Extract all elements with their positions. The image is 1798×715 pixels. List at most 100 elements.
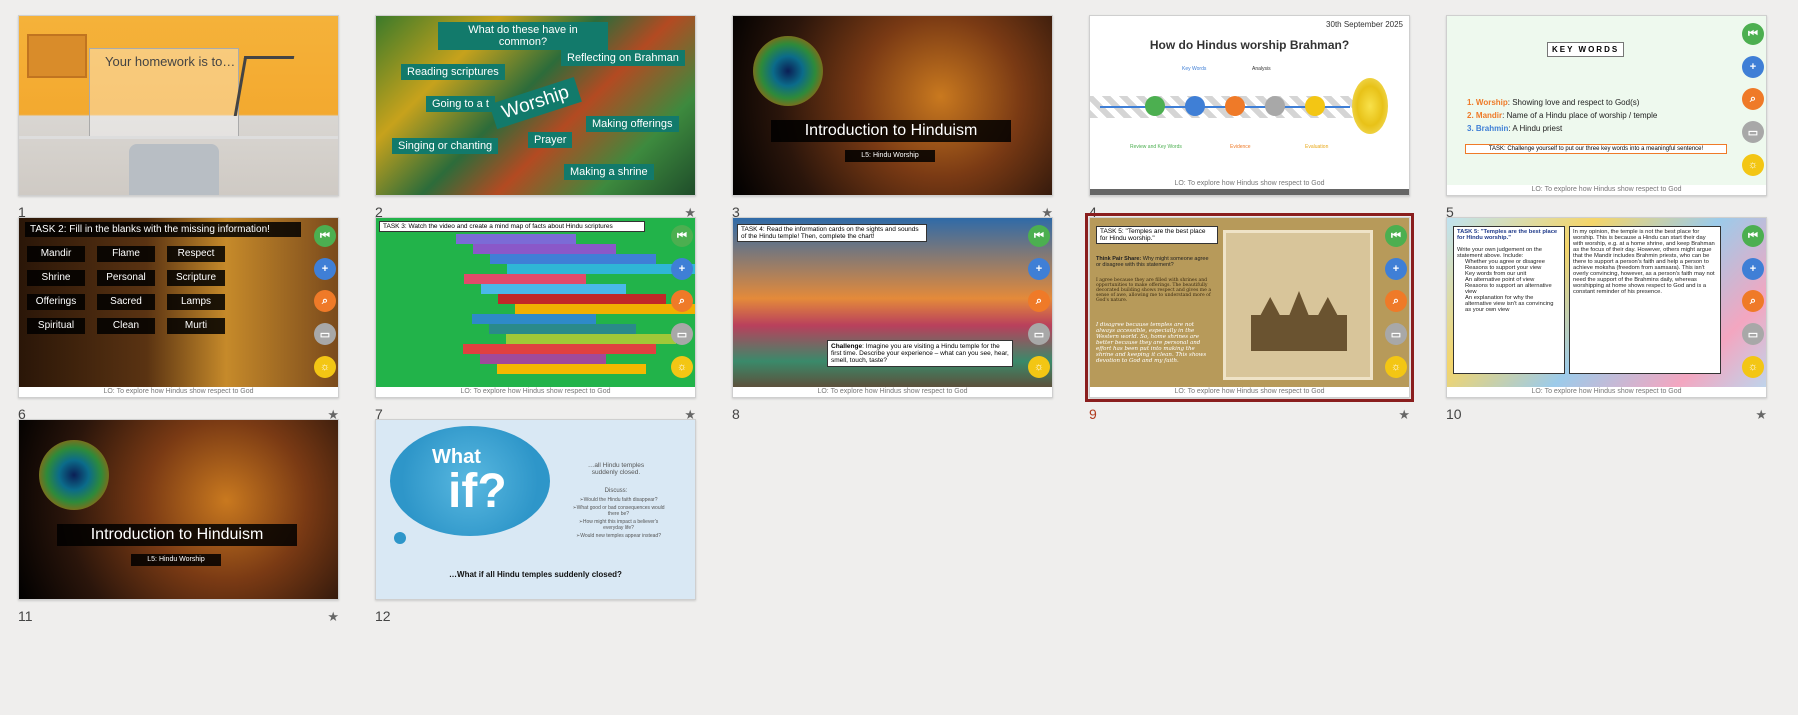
- plus-icon[interactable]: +: [1028, 257, 1050, 280]
- slide-12[interactable]: What if? …all Hindu temples suddenly clo…: [375, 419, 696, 629]
- video-placeholder[interactable]: [456, 234, 695, 384]
- slide-6[interactable]: TASK 2: Fill in the blanks with the miss…: [18, 217, 339, 427]
- slide-thumbnail-6[interactable]: TASK 2: Fill in the blanks with the miss…: [18, 217, 339, 398]
- word-bank-item: Respect: [167, 246, 225, 262]
- rewind-icon[interactable]: ⏮: [1742, 225, 1764, 248]
- label-evaluation: Evaluation: [1305, 144, 1329, 150]
- slide-thumbnail-5[interactable]: KEY WORDS 1. Worship: Showing love and r…: [1446, 15, 1767, 196]
- lightbulb-icon[interactable]: ☼: [314, 355, 336, 378]
- slide-thumbnail-10[interactable]: TASK 5: "Temples are the best place for …: [1446, 217, 1767, 398]
- word-bank-item: Clean: [97, 318, 155, 334]
- slide-8[interactable]: TASK 4: Read the information cards on th…: [732, 217, 1053, 427]
- word-bank: Mandir Flame Respect Shrine Personal Scriptur…: [27, 246, 227, 376]
- lo-footer: LO: To explore how Hindus show respect t…: [1090, 179, 1409, 189]
- chat-icon[interactable]: ▭: [1742, 323, 1764, 346]
- video-stripe: [456, 234, 576, 244]
- chat-icon[interactable]: ▭: [671, 323, 693, 346]
- lightbulb-icon[interactable]: ☼: [671, 355, 693, 378]
- word-bank-item: Murti: [167, 318, 225, 334]
- slide-thumbnail-8[interactable]: TASK 4: Read the information cards on th…: [732, 217, 1053, 398]
- slide-thumbnail-3[interactable]: Introduction to Hinduism L5: Hindu Worsh…: [732, 15, 1053, 196]
- slide10-answer: In my opinion, the temple is not the bes…: [1569, 226, 1721, 374]
- slide-number: 12: [375, 608, 391, 624]
- slide-thumbnail-4[interactable]: 30th September 2025 How do Hindus worshi…: [1089, 15, 1410, 196]
- slide-number: 10: [1446, 406, 1462, 422]
- lightbulb-icon[interactable]: ☼: [1742, 355, 1764, 378]
- tag-offerings: Making offerings: [586, 116, 679, 132]
- chat-icon[interactable]: ▭: [1385, 323, 1407, 346]
- video-stripe: [481, 284, 626, 294]
- slide4-date: 30th September 2025: [1326, 20, 1403, 29]
- plus-icon[interactable]: +: [671, 257, 693, 280]
- discussion-point: ➢How might this impact a believer's ever…: [578, 519, 659, 531]
- lo-footer: LO: To explore how Hindus show respect t…: [376, 387, 695, 397]
- slide-thumbnail-7[interactable]: TASK 3: Watch the video and create a min…: [375, 217, 696, 398]
- slide-3[interactable]: Introduction to Hinduism L5: Hindu Worsh…: [732, 15, 1053, 225]
- label-review: Review and Key Words: [1130, 144, 1182, 150]
- slide-9[interactable]: TASK 5: "Temples are the best place for …: [1085, 213, 1414, 427]
- magnifier-icon[interactable]: ⌕: [1742, 88, 1764, 111]
- slide-thumbnail-11[interactable]: Introduction to Hinduism L5: Hindu Worsh…: [18, 419, 339, 600]
- lo-footer: LO: To explore how Hindus show respect t…: [733, 387, 1052, 397]
- slide-thumbnail-12[interactable]: What if? …all Hindu temples suddenly clo…: [375, 419, 696, 600]
- magnifier-icon[interactable]: ⌕: [1028, 290, 1050, 313]
- plus-icon[interactable]: +: [1742, 55, 1764, 78]
- slide7-title: TASK 3: Watch the video and create a min…: [379, 221, 645, 232]
- plus-icon[interactable]: +: [314, 257, 336, 280]
- rewind-icon[interactable]: ⏮: [314, 225, 336, 248]
- rewind-icon[interactable]: ⏮: [1742, 23, 1764, 46]
- video-stripe: [480, 354, 606, 364]
- nav-icons: ⏮ + ⌕ ▭ ☼: [1740, 218, 1766, 397]
- slide-thumbnail-2[interactable]: What do these have in common? Reflecting…: [375, 15, 696, 196]
- tag-reflecting: Reflecting on Brahman: [561, 50, 685, 66]
- magnifier-icon[interactable]: ⌕: [671, 290, 693, 313]
- plus-icon[interactable]: +: [1385, 257, 1407, 280]
- tag-going: Going to a t: [426, 96, 495, 112]
- video-stripe: [498, 294, 666, 304]
- slide12-line1: …all Hindu temples suddenly closed.: [587, 462, 645, 476]
- plus-icon[interactable]: +: [1742, 257, 1764, 280]
- chat-icon[interactable]: ▭: [314, 323, 336, 346]
- criteria-bullet: An explanation for why the alternative v…: [1465, 295, 1554, 313]
- word-bank-item: Shrine: [27, 270, 85, 286]
- chat-icon[interactable]: ▭: [1742, 121, 1764, 144]
- slide-1[interactable]: Your homework is to… 1: [18, 15, 339, 225]
- slide-5[interactable]: KEY WORDS 1. Worship: Showing love and r…: [1446, 15, 1767, 225]
- rewind-icon[interactable]: ⏮: [1028, 225, 1050, 248]
- lightbulb-icon[interactable]: ☼: [1385, 355, 1407, 378]
- video-stripe: [473, 244, 616, 254]
- magnifier-icon[interactable]: ⌕: [1385, 290, 1407, 313]
- nav-icons: ⏮ + ⌕ ▭ ☼: [312, 218, 338, 397]
- slide-10[interactable]: TASK 5: "Temples are the best place for …: [1446, 217, 1767, 427]
- word-bank-item: Offerings: [27, 294, 85, 310]
- tag-prayer: Prayer: [528, 132, 573, 148]
- animation-star-icon: ★: [327, 609, 339, 624]
- video-stripe: [463, 344, 656, 354]
- tag-singing: Singing or chanting: [392, 138, 499, 154]
- video-stripe: [464, 274, 586, 284]
- think-pair-share: Think Pair Share: Why might someone agre…: [1096, 256, 1209, 268]
- slide-7[interactable]: TASK 3: Watch the video and create a min…: [375, 217, 696, 427]
- slide-4[interactable]: 30th September 2025 How do Hindus worshi…: [1089, 15, 1410, 225]
- label-analysis: Analysis: [1252, 66, 1271, 72]
- rewind-icon[interactable]: ⏮: [1385, 225, 1407, 248]
- lo-footer: LO: To explore how Hindus show respect t…: [19, 387, 338, 397]
- rewind-icon[interactable]: ⏮: [671, 225, 693, 248]
- chat-icon[interactable]: ▭: [1028, 323, 1050, 346]
- word-bank-item: Mandir: [27, 246, 85, 262]
- slide5-task: TASK: Challenge yourself to put our thre…: [1465, 144, 1727, 154]
- keyword-3: 3. Brahmin: A Hindu priest: [1467, 124, 1563, 133]
- slide-2[interactable]: What do these have in common? Reflecting…: [375, 15, 696, 225]
- slide-thumbnail-9[interactable]: TASK 5: "Temples are the best place for …: [1085, 213, 1414, 402]
- lightbulb-icon[interactable]: ☼: [1028, 355, 1050, 378]
- what-if-cloud: What if?: [390, 426, 550, 536]
- criteria-bullet: Reasons to support an alternative view: [1465, 283, 1552, 295]
- lightbulb-icon[interactable]: ☼: [1742, 153, 1764, 176]
- word-bank-item: Lamps: [167, 294, 225, 310]
- video-stripe: [506, 334, 676, 344]
- slide-thumbnail-1[interactable]: Your homework is to…: [18, 15, 339, 196]
- slide8-title: TASK 4: Read the information cards on th…: [737, 224, 927, 242]
- magnifier-icon[interactable]: ⌕: [1742, 290, 1764, 313]
- slide-11[interactable]: Introduction to Hinduism L5: Hindu Worsh…: [18, 419, 339, 629]
- magnifier-icon[interactable]: ⌕: [314, 290, 336, 313]
